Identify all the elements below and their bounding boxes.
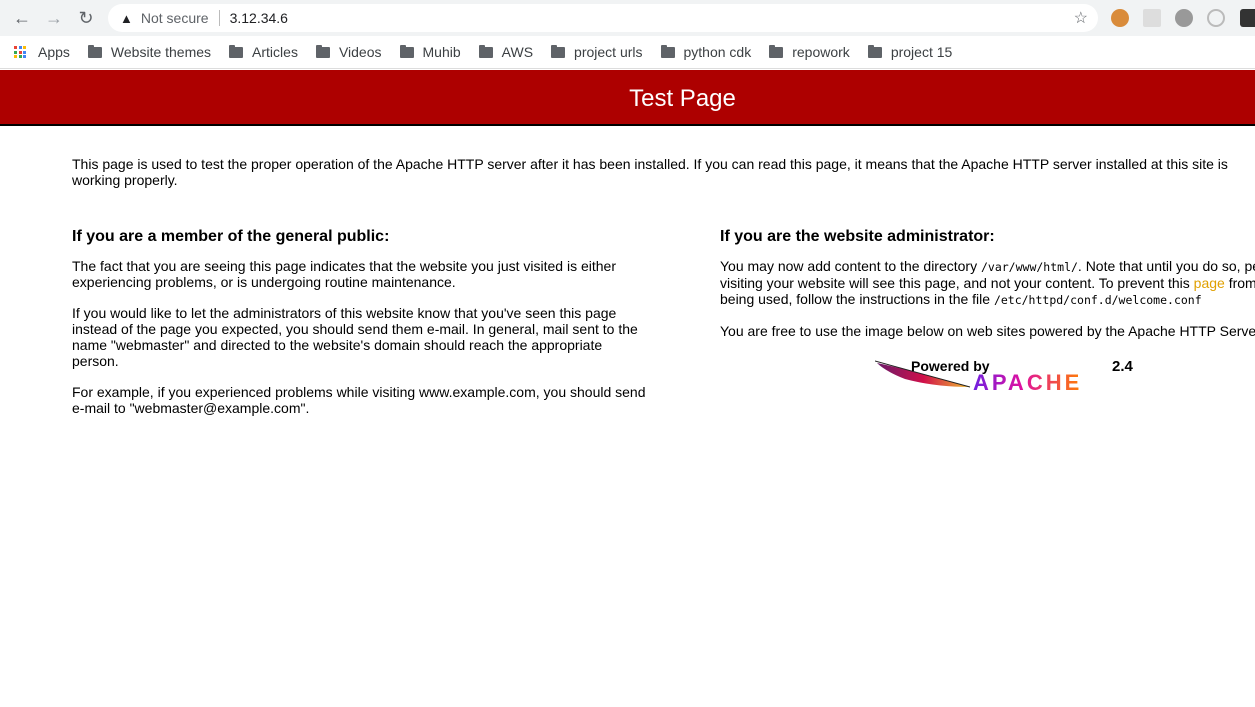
folder-icon [551, 44, 566, 58]
bookmark-folder[interactable]: project urls [551, 44, 643, 60]
browser-toolbar: ← → ↻ ▲ Not secure 3.12.34.6 ☆ [0, 0, 1255, 36]
bookmark-label: Articles [252, 44, 298, 60]
bookmark-apps[interactable]: Apps [14, 44, 70, 60]
back-icon[interactable]: ← [12, 8, 32, 28]
bookmark-label: Apps [38, 44, 70, 60]
directory-path: /var/www/html/ [980, 260, 1078, 274]
bookmark-folder[interactable]: Articles [229, 44, 298, 60]
folder-icon [478, 44, 493, 58]
page-link[interactable]: page [1194, 275, 1225, 291]
intro-text: This page is used to test the proper ope… [72, 156, 1228, 188]
bookmark-label: Muhib [422, 44, 461, 60]
bookmark-label: repowork [792, 44, 850, 60]
apache-feather-icon: Powered by 2.4 APACHE [874, 358, 1134, 395]
security-label[interactable]: Not secure [141, 10, 209, 26]
admin-heading: If you are the website administrator: [720, 228, 995, 245]
warning-icon: ▲ [120, 10, 133, 26]
bookmark-folder[interactable]: python cdk [660, 44, 752, 60]
divider [218, 10, 220, 26]
extension-avatar-icon[interactable] [1111, 9, 1129, 27]
reload-icon[interactable]: ↻ [76, 8, 96, 28]
puzzle-extensions-icon[interactable] [1240, 9, 1255, 27]
version-text: 2.4 [1112, 358, 1134, 375]
address-bar[interactable]: ▲ Not secure 3.12.34.6 ☆ [108, 4, 1098, 32]
public-paragraph: For example, if you experienced problems… [72, 384, 646, 416]
admin-paragraph: You may now add content to the directory… [720, 258, 1255, 308]
bookmark-folder[interactable]: AWS [478, 44, 534, 60]
admin-paragraph: You are free to use the image below on w… [720, 323, 1255, 339]
globe-extension-icon[interactable] [1175, 9, 1193, 27]
bookmark-folder[interactable]: Website themes [87, 44, 212, 60]
folder-icon [87, 44, 102, 58]
bookmarks-bar: Apps Website themes Articles Videos Muhi… [0, 36, 1255, 69]
folder-icon [660, 44, 675, 58]
public-heading: If you are a member of the general publi… [72, 228, 390, 245]
bookmark-folder[interactable]: repowork [769, 44, 850, 60]
react-extension-icon[interactable] [1143, 9, 1161, 27]
bookmark-label: Website themes [110, 44, 212, 60]
extension-icon[interactable] [1207, 9, 1225, 27]
folder-icon [867, 44, 882, 58]
page-content: This page is used to test the proper ope… [72, 156, 1255, 416]
bookmark-label: project 15 [890, 44, 953, 60]
folder-icon [315, 44, 330, 58]
bookmark-folder[interactable]: Videos [315, 44, 382, 60]
bookmark-label: AWS [501, 44, 534, 60]
bookmark-folder[interactable]: Muhib [399, 44, 461, 60]
bookmark-label: Videos [338, 44, 382, 60]
text: You may now add content to the directory [720, 258, 981, 274]
config-file-path: /etc/httpd/conf.d/welcome.conf [993, 293, 1202, 307]
forward-icon[interactable]: → [44, 8, 64, 28]
bookmark-star-icon[interactable]: ☆ [1074, 8, 1088, 28]
bookmark-label: project urls [574, 44, 643, 60]
folder-icon [769, 44, 784, 58]
apache-text: APACHE [973, 370, 1082, 393]
powered-by-apache-logo: Powered by 2.4 APACHE [874, 357, 1140, 395]
page-title: Test Page [629, 85, 736, 112]
url-text[interactable]: 3.12.34.6 [230, 10, 288, 26]
bookmark-label: python cdk [683, 44, 752, 60]
folder-icon [229, 44, 244, 58]
public-paragraph: If you would like to let the administrat… [72, 305, 638, 369]
page-title-banner: Test Page [0, 70, 1255, 126]
bookmark-folder[interactable]: project 15 [867, 44, 953, 60]
apps-grid-icon [14, 46, 26, 58]
admin-section: If you are the website administrator: Yo… [720, 229, 1255, 354]
public-section: If you are a member of the general publi… [72, 229, 647, 431]
public-paragraph: The fact that you are seeing this page i… [72, 258, 616, 290]
folder-icon [399, 44, 414, 58]
